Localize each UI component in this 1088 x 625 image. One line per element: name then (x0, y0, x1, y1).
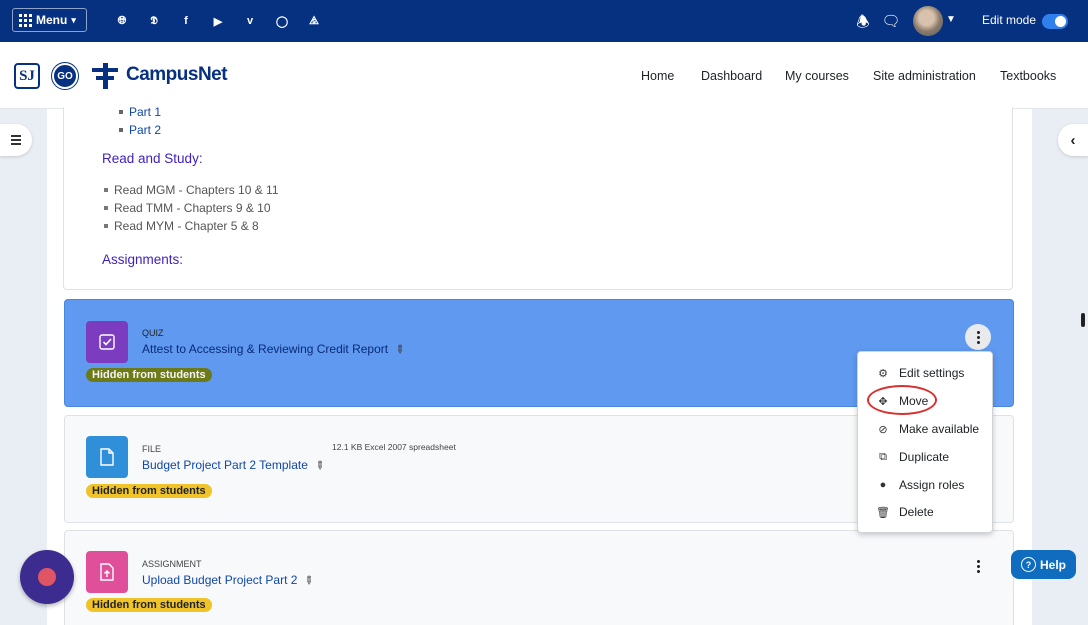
pencil-icon[interactable]: ✎ (301, 573, 317, 588)
pencil-icon[interactable]: ✎ (392, 342, 408, 357)
chevron-down-icon[interactable]: ▼ (946, 14, 956, 25)
rss-icon[interactable]: ⧌ (304, 11, 324, 31)
menu-item-assign-roles[interactable]: ● Assign roles (858, 471, 992, 499)
file-icon (86, 436, 128, 478)
menu-item-label: Delete (899, 505, 934, 519)
list-item: Read MGM - Chapters 10 & 11 (104, 181, 279, 199)
copy-icon: ⧉ (879, 450, 887, 463)
activity-actions-menu: ⚙ Edit settings ✥ Move ⊘ Make available ⧉ Du… (857, 351, 993, 533)
user-icon: ● (879, 479, 887, 491)
activity-name-text[interactable]: Upload Budget Project Part 2 (142, 573, 297, 587)
menu-item-delete[interactable]: 🗑︎ Delete (858, 498, 992, 526)
ban-icon: ⊘ (878, 423, 888, 436)
menu-item-label: Make available (899, 422, 980, 436)
nav-site-administration[interactable]: Site administration (873, 69, 976, 83)
menu-item-label: Assign roles (899, 478, 965, 492)
nav-dashboard[interactable]: Dashboard (701, 69, 762, 83)
highlight-circle (867, 385, 937, 415)
activity-name[interactable]: Attest to Accessing & Reviewing Credit R… (142, 342, 407, 357)
nav-textbooks[interactable]: Textbooks (1000, 69, 1056, 83)
block-drawer-toggle[interactable]: ‹ (1058, 124, 1088, 156)
list-icon (11, 133, 21, 147)
menu-button[interactable]: Menu ▾ (12, 8, 87, 32)
social-links: 🌐︎ 𝕯 f ▶ v ◯ ⧌ (112, 11, 324, 31)
assignment-icon (86, 551, 128, 593)
instagram-icon[interactable]: ◯ (272, 11, 292, 31)
read-study-heading: Read and Study: (102, 151, 203, 166)
record-button[interactable] (20, 550, 74, 604)
menu-label: Menu (36, 13, 68, 27)
course-index-toggle[interactable] (0, 124, 32, 156)
quiz-icon (86, 321, 128, 363)
menu-item-label: Duplicate (899, 450, 950, 464)
record-icon (38, 568, 56, 586)
nav-my-courses[interactable]: My courses (785, 69, 849, 83)
chat-icon[interactable]: 🗨︎ (881, 12, 901, 30)
hidden-badge: Hidden from students (86, 368, 212, 382)
pencil-icon[interactable]: ✎ (312, 458, 328, 473)
question-icon: ? (1020, 557, 1036, 572)
facebook-icon[interactable]: f (176, 11, 196, 31)
reading-list: Read MGM - Chapters 10 & 11 Read TMM - C… (104, 181, 279, 235)
help-button[interactable]: ? Help (1011, 550, 1076, 579)
menu-item-make-available[interactable]: ⊘ Make available (858, 415, 992, 443)
nav-home[interactable]: Home (641, 69, 674, 83)
menu-item-edit-settings[interactable]: ⚙ Edit settings (858, 359, 992, 387)
activity-name-text[interactable]: Budget Project Part 2 Template (142, 458, 308, 472)
hidden-badge: Hidden from students (86, 484, 212, 498)
trash-icon: 🗑︎ (876, 506, 890, 519)
kebab-menu-icon[interactable] (965, 553, 991, 579)
activity-name-text[interactable]: Attest to Accessing & Reviewing Credit R… (142, 342, 388, 356)
assignments-heading: Assignments: (102, 252, 184, 267)
activity-type: QUIZ (142, 328, 164, 338)
globe-icon[interactable]: 🌐︎ (112, 11, 132, 31)
menu-item-duplicate[interactable]: ⧉ Duplicate (858, 443, 992, 471)
kebab-menu-icon[interactable] (965, 324, 991, 350)
activity-type: ASSIGNMENT (142, 559, 202, 569)
top-bar: Menu ▾ 🌐︎ 𝕯 f ▶ v ◯ ⧌ 🕭︎ 🗨︎ ▼ Edit mode (0, 0, 1088, 42)
chevron-down-icon: ▾ (71, 14, 76, 25)
avatar[interactable] (913, 6, 943, 36)
file-meta: 12.1 KB Excel 2007 spreadsheet (332, 442, 456, 452)
bell-icon[interactable]: 🕭︎ (853, 12, 873, 37)
list-item[interactable]: Part 2 (119, 121, 161, 139)
hidden-badge: Hidden from students (86, 598, 212, 612)
youtube-icon[interactable]: ▶ (208, 11, 228, 31)
chevron-left-icon: ‹ (1070, 131, 1076, 149)
twitter-icon[interactable]: 𝕯 (144, 11, 164, 31)
primary-navigation: Home Dashboard My courses Site administr… (0, 69, 1088, 87)
activity-assignment[interactable]: ASSIGNMENT Upload Budget Project Part 2 ✎… (64, 530, 1014, 625)
list-item: Read TMM - Chapters 9 & 10 (104, 199, 279, 217)
menu-item-label: Edit settings (899, 366, 965, 380)
section-summary: Part 1 Part 2 Read and Study: Read MGM -… (63, 105, 1013, 290)
apps-grid-icon (19, 13, 32, 27)
gear-icon: ⚙ (878, 367, 888, 380)
list-item[interactable]: Part 1 (119, 103, 161, 121)
edit-mode-toggle[interactable] (1042, 14, 1068, 29)
list-item: Read MYM - Chapter 5 & 8 (104, 217, 279, 235)
vimeo-icon[interactable]: v (240, 11, 260, 31)
help-label: Help (1039, 557, 1066, 572)
activity-name[interactable]: Upload Budget Project Part 2 ✎ (142, 573, 317, 588)
activity-name[interactable]: Budget Project Part 2 Template ✎ (142, 458, 327, 473)
parts-list: Part 1 Part 2 (119, 103, 161, 139)
navbar: SJ GO CampusNet Home Dashboard My course… (0, 42, 1088, 109)
edit-mode-label: Edit mode (982, 13, 1037, 27)
activity-type: FILE (142, 444, 162, 454)
scrollbar[interactable] (1081, 313, 1085, 327)
